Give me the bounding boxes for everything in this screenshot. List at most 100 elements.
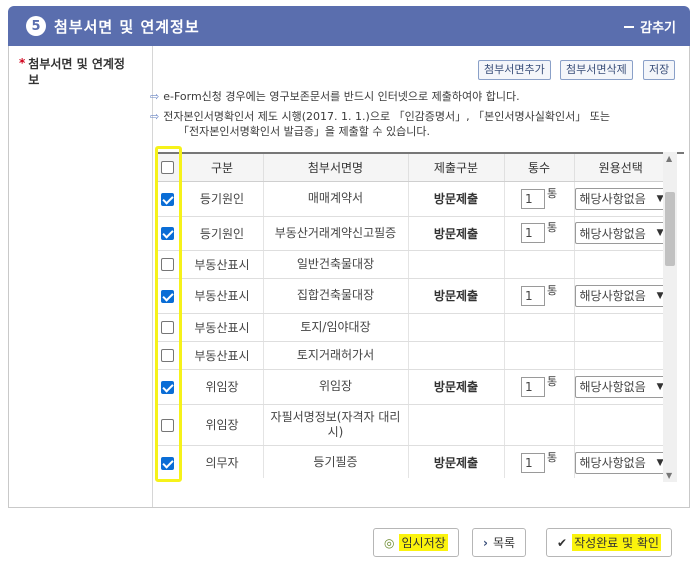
table-row: 부동산표시 토지거래허가서: [155, 341, 667, 370]
reuse-select-value: 해당사항없음: [579, 380, 646, 394]
reuse-select[interactable]: 해당사항없음 ▼: [574, 375, 669, 398]
count-input[interactable]: 1: [520, 376, 545, 397]
row-check-cell: [155, 369, 182, 405]
col-header: 첨부서면명: [263, 154, 409, 182]
reuse-select-value: 해당사항없음: [579, 456, 646, 470]
temp-save-button[interactable]: ◎ 임시저장: [373, 528, 459, 557]
row-count-cell: 1통: [504, 445, 575, 478]
attachments-table-wrap: 구분 첨부서면명 제출구분 통수 원용선택 등기원인 매매계약서 방문제출 1 통 해당사…: [155, 152, 684, 478]
row-type: 등기원인: [181, 216, 264, 251]
reuse-select-value: 해당사항없음: [579, 289, 646, 303]
row-doc-name: 자필서명정보(자격자 대리 시): [263, 404, 409, 446]
scrollbar-thumb[interactable]: [665, 192, 675, 266]
reuse-select[interactable]: 해당사항없음 ▼: [574, 222, 669, 244]
row-doc-name: 집합건축물대장: [263, 278, 409, 314]
row-count-cell: [504, 313, 575, 342]
count-unit: 통: [546, 186, 558, 200]
row-doc-name: 부동산거래계약신고필증: [263, 216, 409, 251]
select-all-cell: [155, 154, 182, 182]
row-checkbox[interactable]: [161, 456, 175, 470]
attachments-table: 구분 첨부서면명 제출구분 통수 원용선택 등기원인 매매계약서 방문제출 1 통 해당사…: [155, 154, 669, 478]
table-scrollbar[interactable]: ▲ ▼: [663, 152, 677, 482]
table-row: 부동산표시 집합건축물대장 방문제출 1 통 해당사항없음 ▼: [155, 278, 669, 314]
reuse-select[interactable]: 해당사항없음 ▼: [574, 284, 669, 307]
row-type: 등기원인: [181, 181, 264, 217]
row-select-cell: [574, 341, 667, 370]
minus-icon: [624, 25, 635, 28]
list-label: 목록: [492, 536, 516, 550]
row-submit-type: 방문제출: [408, 369, 505, 405]
delete-attachment-button[interactable]: 첨부서면삭제: [560, 60, 633, 80]
row-count-cell: 1통: [504, 216, 575, 251]
row-type: 부동산표시: [181, 250, 264, 279]
complete-button[interactable]: ✔ 작성완료 및 확인: [546, 528, 672, 557]
row-doc-name: 위임장: [263, 369, 409, 405]
col-header: 원용선택: [574, 154, 667, 182]
row-select-cell: 해당사항없음 ▼: [574, 181, 669, 217]
notice-line: ⇨ 전자본인서명확인서 제도 시행(2017. 1. 1.)으로 「인감증명서」,…: [150, 110, 610, 123]
col-header: 제출구분: [408, 154, 505, 182]
row-type: 위임장: [181, 404, 264, 446]
collapse-button[interactable]: 감추기: [624, 17, 676, 36]
row-checkbox[interactable]: [161, 321, 175, 334]
count-unit: 통: [546, 450, 558, 464]
count-input[interactable]: 1: [520, 188, 545, 209]
select-all-checkbox[interactable]: [161, 161, 175, 175]
count-input[interactable]: 1: [520, 223, 545, 243]
row-submit-type: [408, 313, 505, 342]
row-type: 부동산표시: [181, 341, 264, 370]
scroll-down-icon[interactable]: ▼: [666, 471, 672, 480]
scroll-up-icon[interactable]: ▲: [666, 154, 672, 163]
row-check-cell: [155, 278, 182, 314]
reuse-select-value: 해당사항없음: [579, 226, 646, 241]
section-title: 첨부서면 및 연계정보: [54, 17, 200, 36]
collapse-label: 감추기: [640, 21, 676, 36]
table-row: 부동산표시 토지/임야대장: [155, 313, 667, 342]
row-doc-name: 토지거래허가서: [263, 341, 409, 370]
save-small-button[interactable]: 저장: [643, 60, 676, 80]
temp-save-label: 임시저장: [399, 534, 448, 551]
reuse-select-value: 해당사항없음: [579, 192, 646, 206]
row-select-cell: 해당사항없음 ▼: [574, 445, 669, 478]
row-check-cell: [155, 216, 182, 251]
row-type: 부동산표시: [181, 313, 264, 342]
reuse-select[interactable]: 해당사항없음 ▼: [574, 451, 669, 474]
count-input[interactable]: 1: [520, 452, 545, 473]
row-checkbox[interactable]: [161, 418, 175, 432]
row-select-cell: 해당사항없음 ▼: [574, 369, 669, 405]
row-check-cell: [155, 181, 182, 217]
row-checkbox[interactable]: [161, 258, 175, 271]
add-attachment-button[interactable]: 첨부서면추가: [478, 60, 551, 80]
row-checkbox[interactable]: [161, 192, 175, 206]
reuse-select[interactable]: 해당사항없음 ▼: [574, 187, 669, 210]
notice-line-cont: 「전자본인서명확인서 발급증」을 제출할 수 있습니다.: [178, 125, 431, 138]
row-doc-name: 매매계약서: [263, 181, 409, 217]
count-input[interactable]: 1: [520, 285, 545, 306]
table-row: 부동산표시 일반건축물대장: [155, 250, 667, 279]
col-header: 통수: [504, 154, 575, 182]
row-submit-type: 방문제출: [408, 445, 505, 478]
complete-label: 작성완료 및 확인: [572, 534, 661, 551]
row-doc-name: 토지/임야대장: [263, 313, 409, 342]
row-submit-type: 방문제출: [408, 278, 505, 314]
row-submit-type: [408, 341, 505, 370]
row-doc-name: 일반건축물대장: [263, 250, 409, 279]
row-checkbox[interactable]: [161, 289, 175, 303]
row-checkbox[interactable]: [161, 349, 175, 362]
row-select-cell: [574, 250, 667, 279]
row-submit-type: 방문제출: [408, 181, 505, 217]
side-label: * 첨부서면 및 연계정보: [9, 46, 153, 507]
row-doc-name: 등기필증: [263, 445, 409, 478]
side-label-text: 첨부서면 및 연계정보: [28, 57, 125, 87]
row-select-cell: [574, 313, 667, 342]
table-row: 등기원인 부동산거래계약신고필증 방문제출 1 통 해당사항없음 ▼: [155, 216, 669, 251]
step-number-badge: 5: [26, 16, 46, 36]
list-button[interactable]: › 목록: [472, 528, 527, 557]
row-select-cell: 해당사항없음 ▼: [574, 216, 669, 251]
notice-line: ⇨ e-Form신청 경우에는 영구보존문서를 반드시 인터넷으로 제출하여야 합…: [150, 90, 520, 103]
row-checkbox[interactable]: [161, 227, 175, 240]
row-check-cell: [155, 404, 182, 446]
chevron-right-icon: ›: [483, 535, 488, 550]
row-checkbox[interactable]: [161, 380, 175, 394]
count-unit: 통: [546, 221, 558, 234]
